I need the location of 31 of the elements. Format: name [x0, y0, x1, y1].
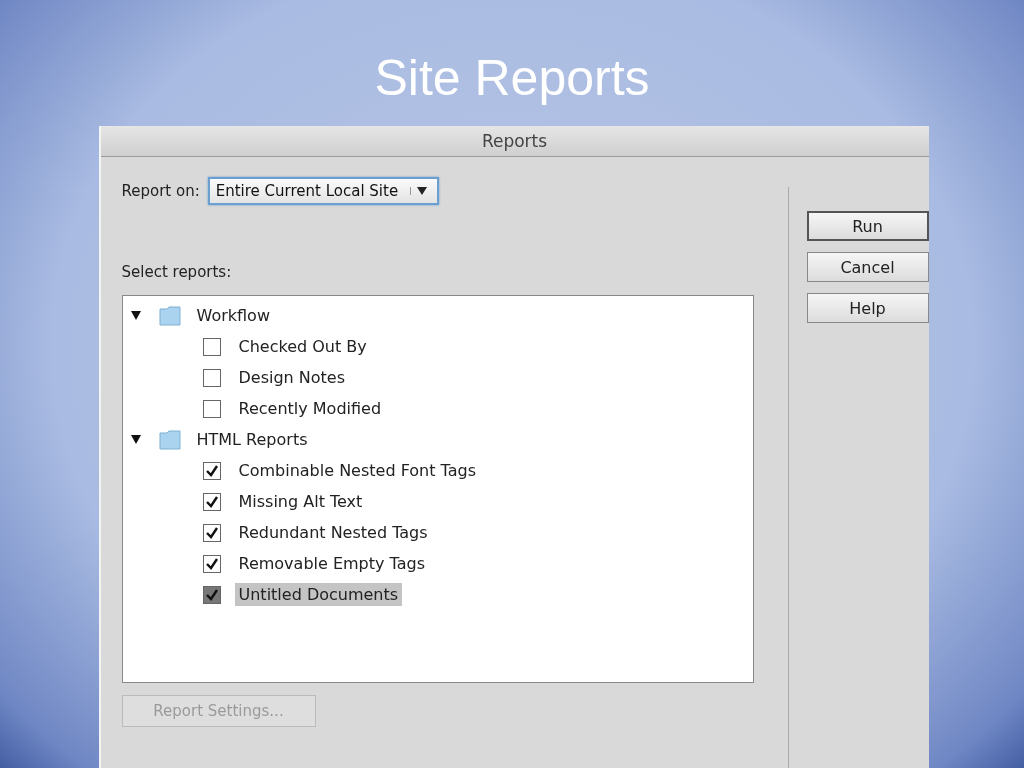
report-item[interactable]: Redundant Nested Tags	[234, 521, 432, 544]
slide-title: Site Reports	[374, 49, 650, 108]
select-reports-label: Select reports:	[121, 263, 233, 281]
checkbox[interactable]	[202, 523, 221, 542]
checkbox[interactable]	[202, 461, 221, 480]
tree-group-label[interactable]: HTML Reports	[196, 430, 308, 449]
window-title: Reports	[481, 131, 548, 151]
checkbox[interactable]	[202, 399, 221, 418]
checkbox[interactable]	[202, 585, 221, 604]
report-item[interactable]: Checked Out By	[234, 335, 371, 358]
dialog-button[interactable]: Help	[806, 293, 929, 323]
checkbox[interactable]	[202, 337, 221, 356]
report-item[interactable]: Design Notes	[234, 366, 350, 389]
caret-icon	[410, 187, 428, 195]
checkbox[interactable]	[202, 368, 221, 387]
checkbox[interactable]	[202, 492, 221, 511]
report-on-dropdown[interactable]: Entire Current Local Site	[207, 177, 440, 205]
report-item[interactable]: Missing Alt Text	[234, 490, 367, 513]
checkbox[interactable]	[202, 554, 221, 573]
report-item[interactable]: Recently Modified	[234, 397, 386, 420]
folder-icon	[158, 305, 181, 326]
report-item[interactable]: Removable Empty Tags	[234, 552, 430, 575]
folder-icon	[158, 429, 181, 450]
dialog-button[interactable]: Cancel	[806, 252, 929, 282]
report-on-label: Report on:	[121, 182, 200, 200]
expand-triangle-icon[interactable]	[130, 435, 141, 444]
dialog-button[interactable]: Run	[806, 211, 929, 241]
expand-triangle-icon[interactable]	[130, 311, 141, 320]
report-item[interactable]: Combinable Nested Font Tags	[234, 459, 480, 482]
tree-group-label[interactable]: Workflow	[196, 306, 270, 325]
report-item[interactable]: Untitled Documents	[234, 583, 403, 606]
